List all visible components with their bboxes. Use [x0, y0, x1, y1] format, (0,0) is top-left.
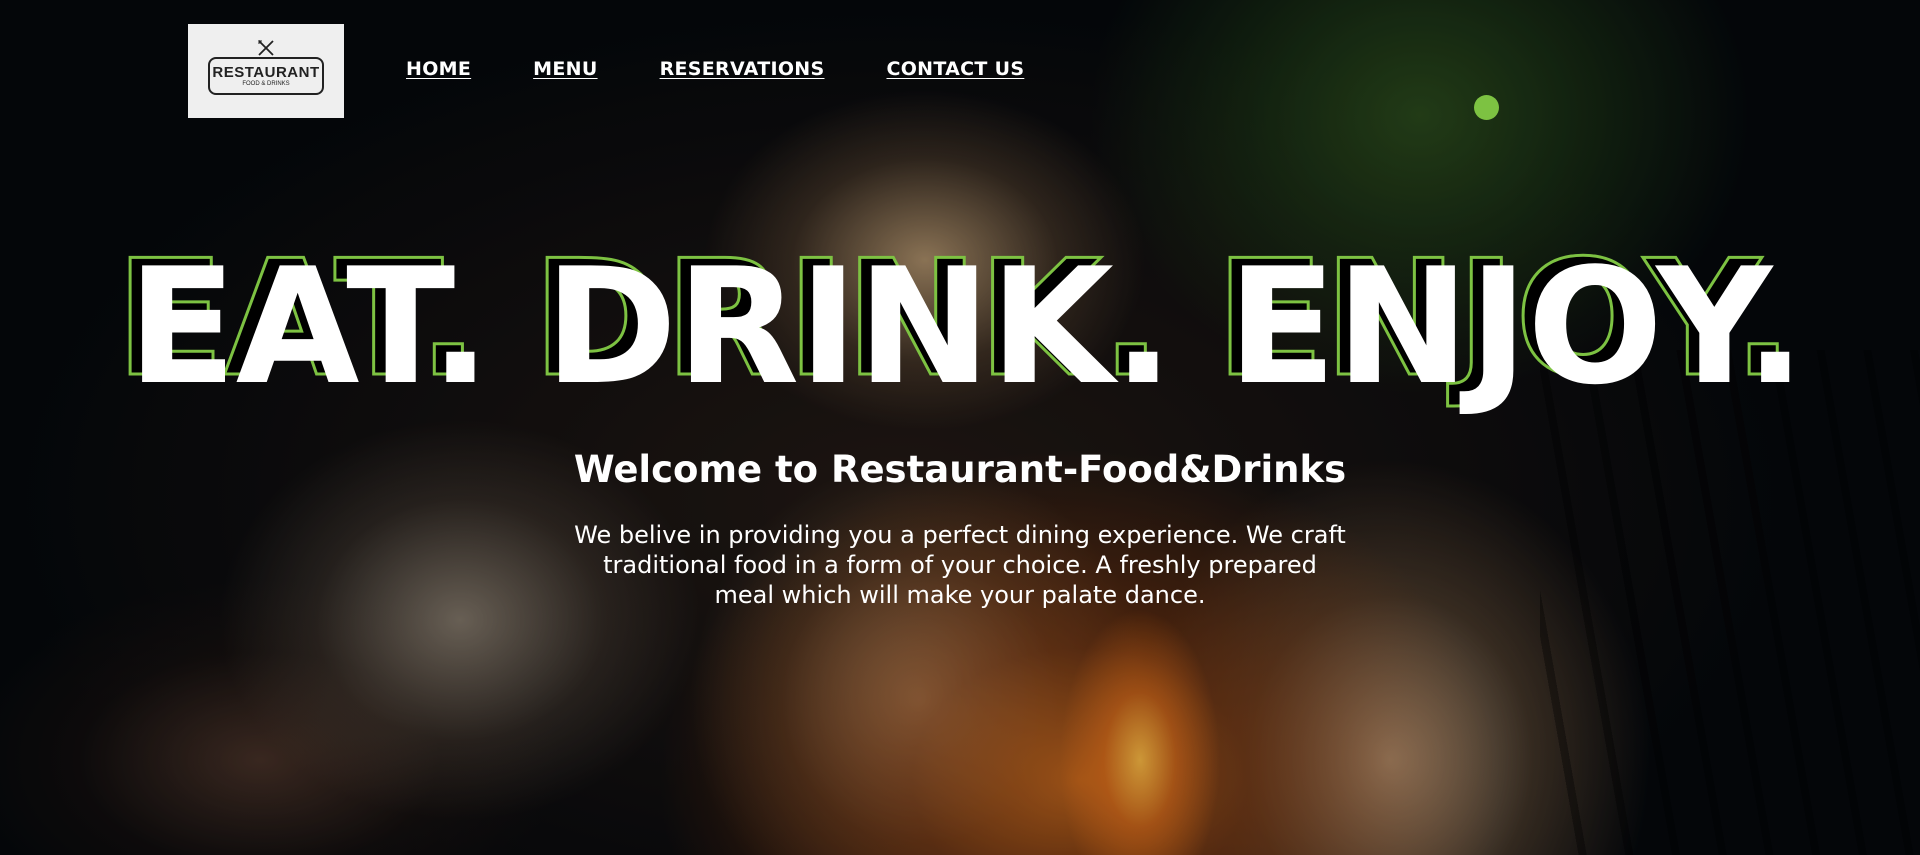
main-nav: HOME MENU RESERVATIONS CONTACT US [406, 58, 1024, 80]
headline-text: EAT. DRINK. ENJOY. [127, 233, 1805, 420]
nav-reservations-link[interactable]: RESERVATIONS [660, 58, 825, 80]
site-logo[interactable]: RESTAURANT FOOD & DRINKS [188, 24, 344, 118]
nav-contact-us-link[interactable]: CONTACT US [886, 58, 1024, 80]
hero-section: RESTAURANT FOOD & DRINKS HOME MENU RESER… [0, 0, 1920, 855]
welcome-heading: Welcome to Restaurant-Food&Drinks [573, 448, 1347, 491]
logo-badge: RESTAURANT FOOD & DRINKS [208, 40, 324, 95]
nav-home-link[interactable]: HOME [406, 58, 471, 80]
hero-headline: EAT. DRINK. ENJOY. EAT. DRINK. ENJOY. [0, 232, 1920, 420]
crossed-fork-knife-icon [258, 40, 274, 56]
background-overlay [0, 0, 1920, 855]
logo-name: RESTAURANT [212, 63, 320, 81]
green-dot-indicator [1474, 95, 1499, 120]
logo-subtitle: FOOD & DRINKS [242, 80, 290, 87]
nav-menu-link[interactable]: MENU [533, 58, 597, 80]
intro-paragraph: We belive in providing you a perfect din… [574, 521, 1346, 609]
